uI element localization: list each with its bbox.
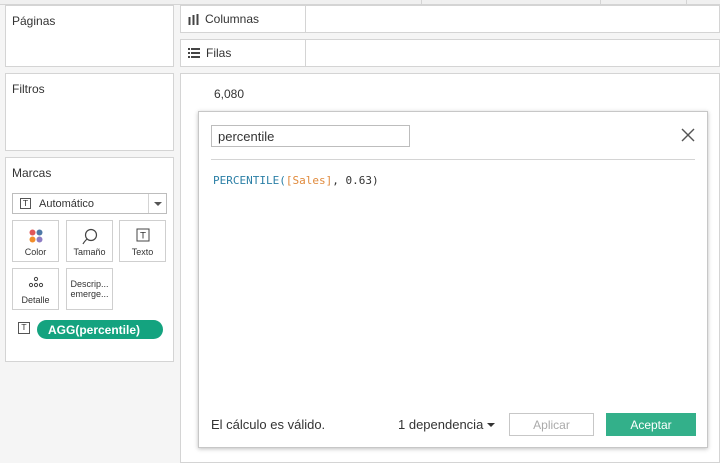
marks-title: Marcas — [12, 166, 52, 180]
detail-button[interactable]: Detalle — [12, 268, 59, 310]
filters-title: Filtros — [12, 82, 45, 96]
close-icon[interactable] — [681, 128, 695, 142]
dialog-divider — [211, 159, 695, 160]
columns-icon — [188, 13, 199, 25]
rows-label: Filas — [206, 46, 232, 60]
formula-rest: , 0.63) — [332, 174, 379, 187]
rows-shelf-label: Filas — [181, 40, 306, 66]
text-label: Texto — [131, 247, 154, 257]
rows-icon — [188, 48, 200, 58]
size-button[interactable]: Tamaño — [66, 220, 113, 262]
chevron-down-icon — [153, 201, 162, 206]
calculation-dialog: PERCENTILE([Sales], 0.63) El cálculo es … — [198, 111, 708, 448]
columns-shelf[interactable]: Columnas — [180, 5, 720, 33]
detail-label: Detalle — [21, 295, 50, 305]
formula-editor[interactable]: PERCENTILE([Sales], 0.63) — [213, 174, 379, 187]
size-lasso-icon — [81, 228, 97, 245]
dependencies-dropdown[interactable]: 1 dependencia — [398, 417, 496, 432]
mark-type-dropdown[interactable]: T Automático — [12, 193, 167, 214]
text-box-icon: T — [136, 228, 149, 242]
columns-label: Columnas — [205, 12, 260, 26]
color-dots-icon — [29, 229, 42, 243]
tooltip-button[interactable]: Descrip... emerge... — [66, 268, 113, 310]
formula-field: [Sales] — [285, 174, 333, 187]
calculation-status: El cálculo es válido. — [211, 417, 326, 432]
calculation-name-input[interactable] — [211, 125, 410, 147]
pill-label: AGG(percentile) — [48, 322, 141, 337]
columns-shelf-label: Columnas — [181, 6, 306, 32]
tooltip-label-line2: emerge... — [70, 289, 109, 299]
color-button[interactable]: Color — [12, 220, 59, 262]
chevron-down-icon — [487, 422, 496, 427]
text-mark-icon: T — [20, 198, 31, 209]
accept-button[interactable]: Aceptar — [606, 413, 696, 436]
pill-text-icon[interactable]: T — [18, 322, 30, 334]
color-label: Color — [24, 247, 47, 257]
mark-type-value: Automático — [39, 197, 95, 210]
agg-percentile-pill[interactable]: AGG(percentile) — [37, 320, 163, 339]
detail-dots-icon — [28, 276, 43, 288]
pages-card[interactable]: Páginas — [5, 5, 174, 67]
apply-button[interactable]: Aplicar — [509, 413, 594, 436]
filters-card[interactable]: Filtros — [5, 73, 174, 151]
canvas-value: 6,080 — [214, 87, 245, 101]
pages-title: Páginas — [12, 14, 56, 28]
rows-shelf[interactable]: Filas — [180, 39, 720, 67]
tooltip-label-line1: Descrip... — [70, 279, 109, 289]
dependencies-label: 1 dependencia — [398, 417, 484, 432]
formula-function: PERCENTILE( — [213, 174, 286, 187]
svg-text:T: T — [139, 232, 146, 242]
dropdown-caret[interactable] — [148, 194, 166, 213]
text-button[interactable]: T Texto — [119, 220, 166, 262]
size-label: Tamaño — [73, 247, 106, 257]
